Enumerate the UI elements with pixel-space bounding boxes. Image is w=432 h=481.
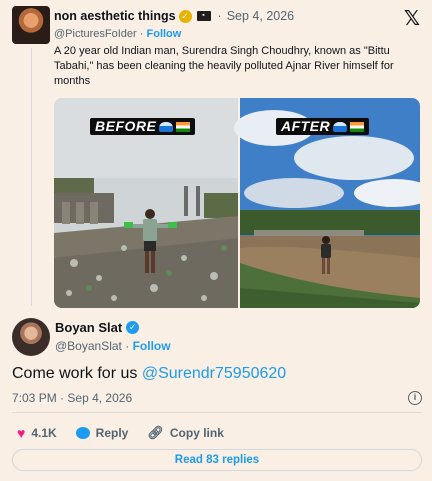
main-follow-button[interactable]: Follow: [133, 339, 171, 353]
gold-verified-icon: ✓: [178, 9, 192, 23]
info-icon[interactable]: i: [408, 391, 422, 405]
quoted-text: A 20 year old Indian man, Surendra Singh…: [54, 45, 394, 87]
post-time: 7:03 PM: [12, 391, 57, 405]
like-count: 4.1K: [31, 426, 57, 440]
quoted-follow-button[interactable]: Follow: [147, 28, 182, 40]
quoted-avatar[interactable]: [12, 6, 50, 44]
post-date: Sep 4, 2026: [67, 391, 133, 405]
main-handle-line: @BoyanSlat · Follow: [55, 339, 171, 353]
quoted-date[interactable]: Sep 4, 2026: [227, 9, 294, 23]
thread-line: [31, 48, 32, 306]
main-handle[interactable]: @BoyanSlat: [55, 339, 122, 353]
blue-verified-icon: ✓: [126, 321, 140, 334]
india-flag-icon: [350, 122, 365, 133]
quoted-tweet[interactable]: non aesthetic things ✓ ▪ · Sep 4, 2026 𝕏…: [12, 4, 420, 308]
link-icon: 🔗︎: [147, 425, 164, 440]
separator-dot: ·: [217, 9, 222, 23]
read-replies-button[interactable]: Read 83 replies: [12, 449, 422, 471]
reply-bubble-icon: [75, 427, 90, 439]
copy-link-label: Copy link: [169, 426, 224, 440]
heart-icon: ♥: [17, 425, 26, 441]
india-flag-icon: [176, 122, 191, 133]
quoted-header: non aesthetic things ✓ ▪ · Sep 4, 2026: [54, 9, 294, 23]
main-name[interactable]: Boyan Slat: [55, 320, 122, 335]
affiliate-badge-icon: ▪: [196, 11, 211, 21]
copy-link-button[interactable]: 🔗︎ Copy link: [147, 425, 224, 441]
x-logo-icon[interactable]: 𝕏: [404, 6, 420, 30]
after-label: AFTER: [276, 118, 370, 135]
main-text: Come work for us @Surendr75950620: [12, 365, 287, 382]
like-button[interactable]: ♥ 4.1K: [17, 426, 57, 440]
water-wave-icon: [159, 122, 174, 133]
divider: [12, 412, 422, 413]
mention-link[interactable]: @Surendr75950620: [142, 365, 286, 382]
quoted-handle[interactable]: @PicturesFoIder: [54, 28, 137, 40]
main-avatar[interactable]: [12, 318, 50, 356]
quoted-name[interactable]: non aesthetic things: [54, 9, 176, 23]
main-name-line: Boyan Slat ✓: [55, 320, 140, 335]
quoted-handle-line: @PicturesFoIder · Follow: [54, 28, 182, 40]
action-bar: ♥ 4.1K Reply 🔗︎ Copy link: [17, 425, 224, 441]
reply-button[interactable]: Reply: [75, 426, 129, 440]
timestamp[interactable]: 7:03 PM · Sep 4, 2026: [12, 391, 132, 405]
water-wave-icon: [333, 122, 348, 133]
media-grid[interactable]: BEFORE AFTER: [54, 98, 420, 308]
before-label: BEFORE: [90, 118, 196, 135]
reply-label: Reply: [95, 426, 129, 440]
